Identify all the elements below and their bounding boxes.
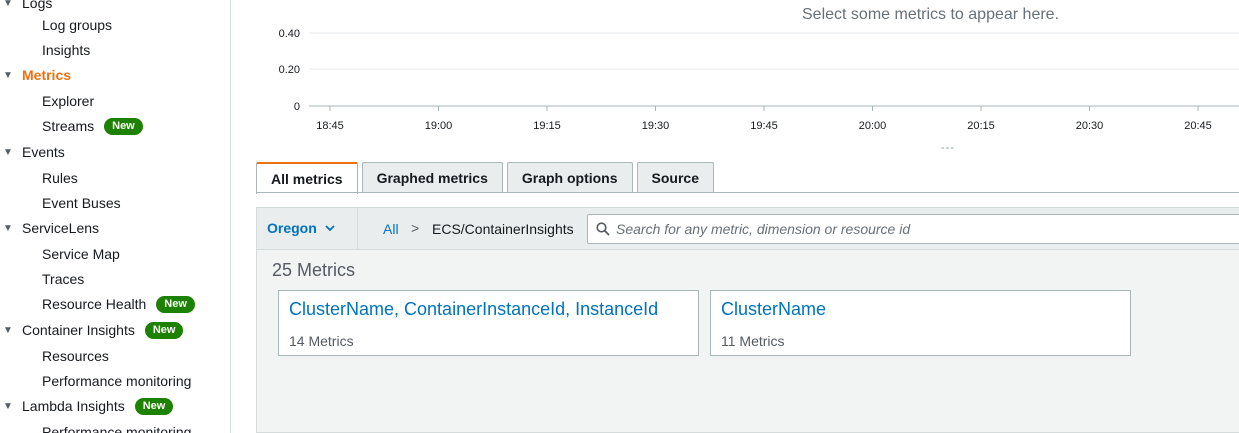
x-tick-label: 19:15 — [533, 120, 561, 132]
dimension-card[interactable]: ClusterName 11 Metrics — [710, 290, 1131, 356]
nav-resource-health-label: Resource Health — [42, 296, 147, 312]
x-tick-label: 20:15 — [967, 120, 995, 132]
nav-container-insights-label: Container Insights — [22, 322, 135, 338]
nav-events-label: Events — [22, 144, 65, 160]
tabs-divider — [256, 192, 1239, 193]
toolbar-divider — [357, 208, 358, 250]
tab-all-metrics[interactable]: All metrics — [256, 162, 358, 194]
nav-ci-performance-monitoring[interactable]: Performance monitoring — [42, 370, 191, 392]
x-tick-label: 19:45 — [750, 120, 778, 132]
nav-ci-resources[interactable]: Resources — [42, 345, 109, 367]
x-tick-label: 20:45 — [1184, 120, 1212, 132]
breadcrumb-all[interactable]: All — [383, 221, 399, 237]
caret-down-icon[interactable]: ▼ — [3, 70, 13, 81]
dimension-card[interactable]: ClusterName, ContainerInstanceId, Instan… — [278, 290, 699, 356]
nav-metrics-label: Metrics — [22, 67, 72, 83]
tab-graphed-metrics[interactable]: Graphed metrics — [361, 162, 503, 193]
sidebar-nav: ▼ Logs Log groups Insights ▼ Metrics Exp… — [0, 0, 231, 433]
metrics-graph: 0.40 0.20 0 18:45 19:00 19:15 19:30 19:45 20:00 2… — [232, 0, 1239, 160]
new-badge: New — [134, 397, 174, 415]
search-icon — [596, 222, 610, 236]
nav-resource-health[interactable]: Resource Health New — [42, 293, 195, 315]
nav-li-performance-monitoring[interactable]: Performance monitoring — [42, 421, 191, 433]
x-tick-label: 18:45 — [316, 120, 344, 132]
chevron-down-icon — [325, 225, 335, 232]
nav-log-groups[interactable]: Log groups — [42, 14, 112, 36]
y-tick-label: 0.20 — [279, 64, 300, 76]
dimension-card-title[interactable]: ClusterName — [721, 299, 826, 320]
all-metrics-panel: Oregon All > ECS/ContainerInsights 25 Me… — [256, 207, 1239, 433]
nav-service-map[interactable]: Service Map — [42, 243, 120, 265]
nav-event-buses[interactable]: Event Buses — [42, 192, 121, 214]
nav-lambda-insights[interactable]: ▼ Lambda Insights New — [0, 395, 174, 417]
empty-graph-message: Select some metrics to appear here. — [802, 6, 1060, 23]
dimension-card-count: 11 Metrics — [721, 333, 785, 349]
dimension-card-count: 14 Metrics — [289, 333, 354, 349]
metric-search[interactable] — [587, 214, 1239, 244]
nav-explorer[interactable]: Explorer — [42, 90, 94, 112]
metrics-toolbar: Oregon All > ECS/ContainerInsights — [257, 208, 1239, 250]
x-tick-label: 20:30 — [1076, 120, 1104, 132]
nav-logs-label: Logs — [22, 0, 53, 11]
x-tick-label: 19:30 — [642, 120, 670, 132]
nav-servicelens[interactable]: ▼ ServiceLens — [0, 217, 99, 239]
metrics-count: 25 Metrics — [272, 260, 356, 280]
nav-container-insights[interactable]: ▼ Container Insights New — [0, 319, 184, 341]
x-tick-label: 20:00 — [859, 120, 887, 132]
region-selector[interactable]: Oregon — [267, 220, 335, 236]
nav-streams[interactable]: Streams New — [42, 115, 143, 137]
nav-rules[interactable]: Rules — [42, 167, 78, 189]
new-badge: New — [144, 321, 184, 339]
dimension-card-title[interactable]: ClusterName, ContainerInstanceId, Instan… — [289, 299, 658, 320]
y-tick-label: 0.40 — [279, 28, 300, 40]
caret-down-icon[interactable]: ▼ — [3, 147, 13, 158]
nav-logs[interactable]: ▼ Logs — [0, 0, 52, 14]
y-tick-label: 0 — [294, 101, 300, 113]
nav-logs-insights[interactable]: Insights — [42, 39, 90, 61]
caret-down-icon[interactable]: ▼ — [3, 401, 13, 412]
nav-traces[interactable]: Traces — [42, 268, 84, 290]
tab-source[interactable]: Source — [636, 162, 714, 193]
x-tick-label: 19:00 — [425, 120, 453, 132]
graph-resize-handle[interactable]: --- — [941, 142, 955, 154]
new-badge: New — [104, 117, 143, 135]
nav-streams-label: Streams — [42, 118, 95, 134]
caret-down-icon[interactable]: ▼ — [3, 0, 13, 9]
caret-down-icon[interactable]: ▼ — [3, 223, 13, 234]
nav-servicelens-label: ServiceLens — [22, 220, 100, 236]
tab-graph-options[interactable]: Graph options — [506, 162, 633, 193]
metrics-tabs: All metrics Graphed metrics Graph option… — [256, 162, 718, 194]
breadcrumb-current: ECS/ContainerInsights — [432, 221, 574, 237]
main-content: 0.40 0.20 0 18:45 19:00 19:15 19:30 19:45 20:00 2… — [232, 0, 1239, 433]
caret-down-icon[interactable]: ▼ — [3, 325, 13, 336]
graph-canvas: 0.40 0.20 0 18:45 19:00 19:15 19:30 19:45 20:00 2… — [279, 28, 1239, 132]
nav-lambda-insights-label: Lambda Insights — [22, 398, 125, 414]
breadcrumb-separator: > — [411, 220, 420, 236]
nav-metrics[interactable]: ▼ Metrics — [0, 64, 71, 86]
nav-events[interactable]: ▼ Events — [0, 141, 65, 163]
search-input[interactable] — [616, 221, 1216, 237]
new-badge: New — [156, 295, 195, 313]
region-label: Oregon — [267, 220, 317, 236]
